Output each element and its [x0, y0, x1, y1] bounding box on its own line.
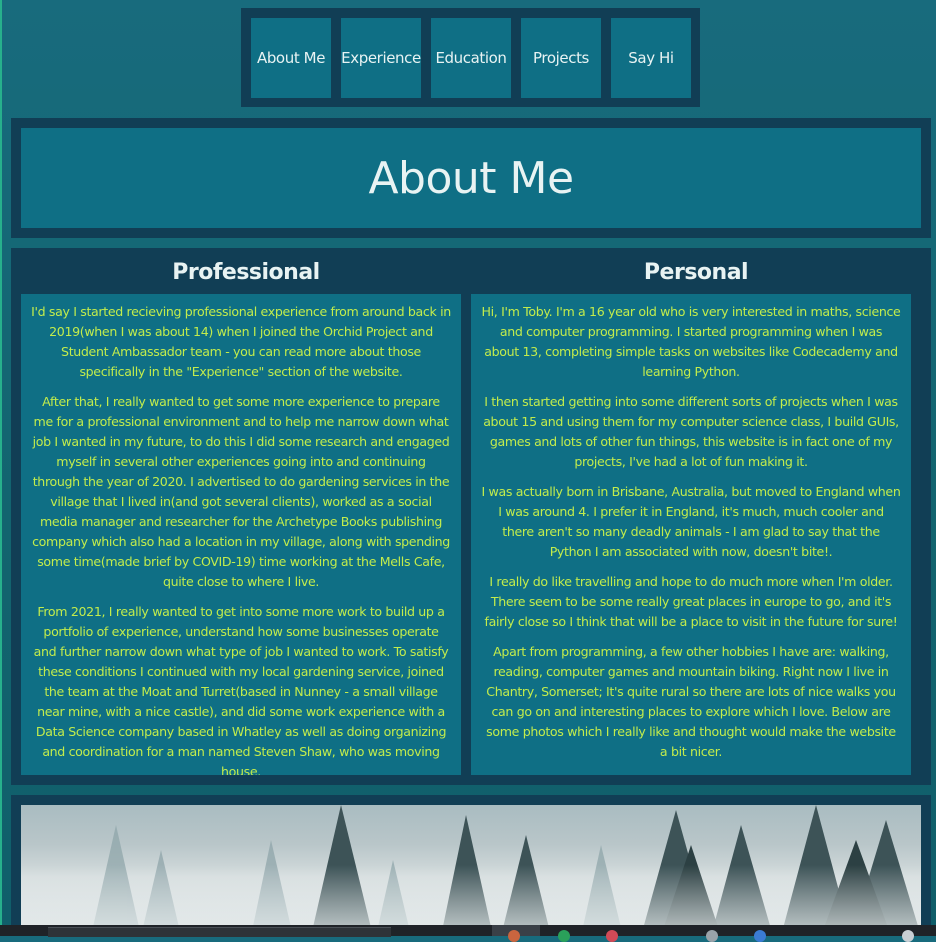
photo-panel: [11, 795, 931, 936]
forest-illustration: [21, 805, 921, 936]
professional-heading: Professional: [172, 260, 320, 285]
personal-text-box: Hi, I'm Toby. I'm a 16 year old who is v…: [471, 294, 911, 775]
forest-photo: [21, 805, 921, 936]
taskbar: [0, 925, 936, 942]
taskbar-app-icon[interactable]: [754, 930, 766, 942]
title-panel: About Me: [11, 118, 931, 238]
taskbar-app-icon[interactable]: [558, 930, 570, 942]
personal-paragraph: Hi, I'm Toby. I'm a 16 year old who is v…: [481, 304, 901, 379]
personal-paragraph: I then started getting into some differe…: [483, 394, 899, 469]
taskbar-app-icon[interactable]: [508, 930, 520, 942]
nav-projects[interactable]: Projects: [521, 18, 601, 98]
professional-paragraph: After that, I really wanted to get some …: [32, 394, 450, 589]
main-nav: About Me Experience Education Projects S…: [241, 8, 700, 107]
personal-paragraph: I was actually born in Brisbane, Austral…: [481, 484, 901, 559]
window-edge: [0, 0, 2, 936]
nav-experience[interactable]: Experience: [341, 18, 421, 98]
page-title: About Me: [21, 128, 921, 228]
professional-paragraph: I'd say I started recieving professional…: [31, 304, 451, 379]
taskbar-app-icon[interactable]: [902, 930, 914, 942]
nav-education[interactable]: Education: [431, 18, 511, 98]
professional-paragraph: From 2021, I really wanted to get into s…: [33, 604, 449, 775]
professional-text-box: I'd say I started recieving professional…: [21, 294, 461, 775]
nav-say-hi[interactable]: Say Hi: [611, 18, 691, 98]
personal-paragraph: I really do like travelling and hope to …: [484, 574, 898, 629]
personal-heading: Personal: [643, 260, 749, 285]
taskbar-app-icon[interactable]: [606, 930, 618, 942]
nav-about-me[interactable]: About Me: [251, 18, 331, 98]
personal-paragraph: Apart from programming, a few other hobb…: [486, 644, 896, 759]
taskbar-app-icon[interactable]: [706, 930, 718, 942]
about-content: Professional I'd say I started recieving…: [11, 248, 931, 785]
